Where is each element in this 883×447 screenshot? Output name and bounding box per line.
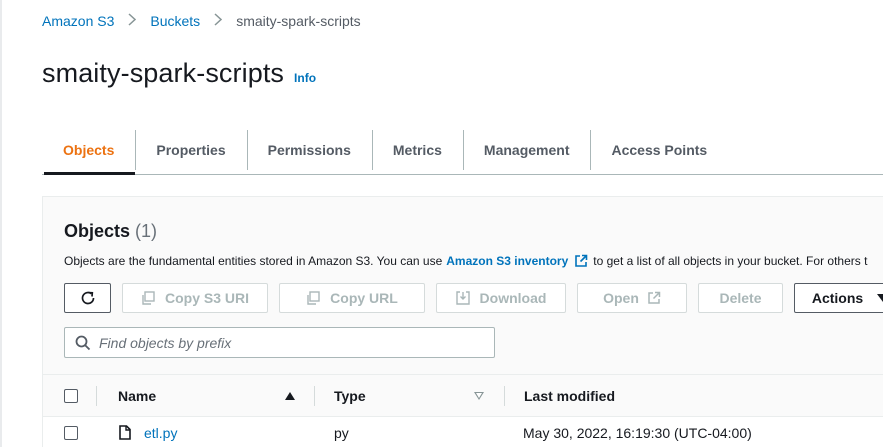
object-type: py [334,424,349,441]
search-box[interactable] [64,327,495,358]
delete-button[interactable]: Delete [698,283,783,313]
page-header: smaity-spark-scripts Info [42,58,316,89]
column-divider [96,386,97,406]
delete-label: Delete [719,290,762,306]
row-select-cell [64,417,78,447]
tab-metrics[interactable]: Metrics [371,126,463,174]
page-left-border [0,0,2,447]
column-header-last-modified[interactable]: Last modified [524,375,615,416]
sort-ascending-icon[interactable] [285,375,295,416]
objects-count: (1) [135,221,158,241]
download-icon [455,291,480,305]
copy-url-button[interactable]: Copy URL [279,283,425,313]
breadcrumb-amazon-s3[interactable]: Amazon S3 [42,13,114,29]
objects-title: Objects [64,221,131,241]
column-header-name[interactable]: Name [118,375,156,416]
s3-inventory-link[interactable]: Amazon S3 inventory [446,254,568,268]
description-text: Objects are the fundamental entities sto… [64,254,443,268]
open-button[interactable]: Open [577,283,687,313]
object-last-modified: May 30, 2022, 16:19:30 (UTC-04:00) [523,424,752,441]
objects-panel: Objects (1) Objects are the fundamental … [42,196,883,447]
objects-header: Objects (1) [64,221,157,242]
actions-dropdown-button[interactable]: Actions [794,283,883,313]
objects-table-header: Name Type Last modified [43,374,883,417]
copy-url-label: Copy URL [330,290,398,306]
table-row: etl.py py May 30, 2022, 16:19:30 (UTC-04… [43,417,883,447]
select-all-cell [64,375,78,416]
download-button[interactable]: Download [436,283,566,313]
chevron-right-icon [210,13,226,29]
breadcrumb: Amazon S3 Buckets smaity-spark-scripts [42,12,361,30]
copy-icon [306,291,330,305]
row-checkbox[interactable] [64,425,78,440]
column-header-type[interactable]: Type [334,375,366,416]
breadcrumb-current: smaity-spark-scripts [236,13,361,29]
refresh-button[interactable] [64,283,111,313]
tab-permissions[interactable]: Permissions [246,126,372,174]
tab-access-points[interactable]: Access Points [590,126,728,174]
page-title: smaity-spark-scripts [42,58,285,88]
refresh-icon [79,289,97,307]
column-divider[interactable] [314,386,315,406]
external-link-icon[interactable] [574,254,588,268]
tab-management[interactable]: Management [462,126,591,174]
tab-objects[interactable]: Objects [42,126,136,175]
actions-label: Actions [811,290,864,306]
external-link-icon [647,291,661,305]
copy-s3-uri-button[interactable]: Copy S3 URI [122,283,268,313]
objects-description: Objects are the fundamental entities sto… [64,254,867,268]
objects-toolbar: Copy S3 URI Copy URL Download Open Delet… [64,283,883,313]
search-input[interactable] [99,334,479,351]
breadcrumb-buckets[interactable]: Buckets [150,13,200,29]
tab-bar: Objects Properties Permissions Metrics M… [42,126,883,175]
chevron-right-icon [124,13,140,29]
object-name-link[interactable]: etl.py [144,417,177,447]
column-divider[interactable] [504,386,505,406]
copy-icon [141,291,165,305]
caret-down-icon [877,294,883,302]
description-text-suffix: to get a list of all objects in your buc… [593,254,868,268]
info-link[interactable]: Info [294,71,316,85]
copy-s3-uri-label: Copy S3 URI [164,290,249,306]
search-icon [75,335,91,351]
download-label: Download [479,290,547,306]
sort-icon[interactable] [474,375,484,416]
file-icon [119,417,131,447]
open-label: Open [603,290,639,306]
tab-properties[interactable]: Properties [135,126,246,174]
select-all-checkbox[interactable] [64,388,78,403]
